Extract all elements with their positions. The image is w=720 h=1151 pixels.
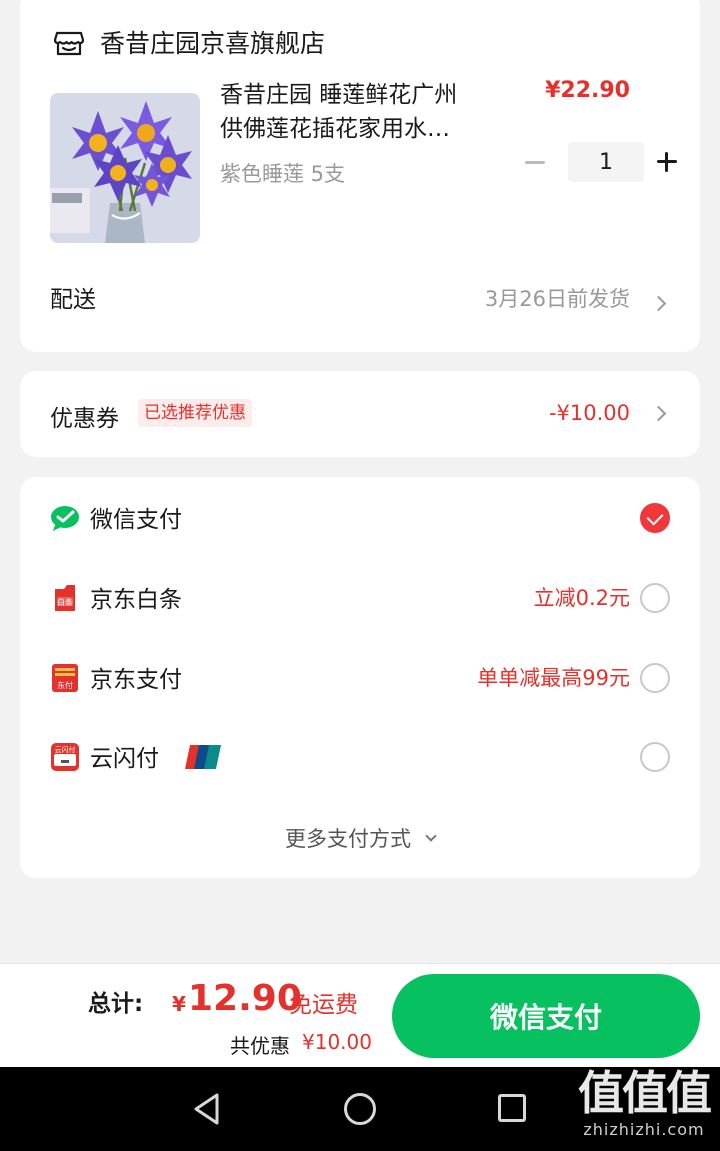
payment-option-wechat[interactable]: 微信支付 [20,488,700,548]
store-icon [53,31,85,56]
order-item-card: 香昔庄园京喜旗舰店 香昔庄园 睡莲鲜花广州 供佛莲花插花家用水… 紫色睡莲 5支… [20,0,700,352]
home-icon[interactable] [344,1093,376,1125]
payment-name: 京东白条 [90,587,182,613]
chevron-down-icon [425,830,437,842]
jd-pay-icon: 东付 [52,664,78,692]
total-label: 总计: [88,991,144,1017]
back-icon[interactable] [192,1092,222,1126]
baitiao-icon: 白条 [55,585,75,611]
svg-text:云闪付: 云闪付 [55,745,76,754]
free-shipping-label: 免运费 [289,992,358,1018]
total-currency: ¥ [172,992,186,1016]
payment-option-baitiao[interactable]: 白条 京东白条 立减0.2元 [20,568,700,628]
payment-name: 京东支付 [90,667,182,693]
saved-amount: ¥10.00 [302,1030,372,1054]
payment-promo: 立减0.2元 [533,586,630,610]
increase-quantity-button[interactable] [652,147,682,177]
saved-label: 共优惠 [230,1034,290,1058]
watermark-site: zhizhizhi.com [583,1120,705,1139]
payment-methods-card: 微信支付 白条 京东白条 立减0.2元 东付 京东支付 单单减最高99元 云闪付 [20,477,700,878]
payment-option-jdpay[interactable]: 东付 京东支付 单单减最高99元 [20,648,700,708]
coupon-tag: 已选推荐优惠 [138,399,252,427]
svg-text:白条: 白条 [57,597,73,607]
chevron-right-icon [650,295,667,312]
payment-name: 云闪付 [90,746,159,772]
svg-text:东付: 东付 [57,680,73,690]
decrease-quantity-button[interactable] [520,147,550,177]
total-amount: 12.90 [188,978,302,1019]
product-title-line1: 香昔庄园 睡莲鲜花广州 [220,82,458,108]
radio-unchecked[interactable] [640,742,670,772]
recent-apps-icon[interactable] [498,1094,526,1122]
coupon-value: -¥10.00 [548,401,630,425]
radio-unchecked[interactable] [640,663,670,693]
payment-option-yunshanfu[interactable]: 云闪付 云闪付 [20,727,700,787]
radio-checked[interactable] [640,503,670,533]
unionpay-icon [185,745,221,769]
more-payment-methods[interactable]: 更多支付方式 [20,823,700,853]
product-price: ¥22.90 [545,78,630,103]
payment-promo: 单单减最高99元 [477,666,630,690]
yunshanfu-icon: 云闪付 [51,743,79,771]
store-name: 香昔庄园京喜旗舰店 [100,29,326,58]
wechat-pay-icon [51,506,79,531]
delivery-value: 3月26日前发货 [484,287,630,311]
store-header[interactable]: 香昔庄园京喜旗舰店 [52,24,325,60]
coupon-row[interactable]: 优惠券 已选推荐优惠 -¥10.00 [20,371,700,457]
wechat-pay-button[interactable]: 微信支付 [392,974,700,1058]
chevron-right-icon [650,405,667,422]
coupon-label: 优惠券 [50,406,119,432]
quantity-input[interactable]: 1 [568,142,644,182]
delivery-label: 配送 [50,287,96,313]
product-title-line2: 供佛莲花插花家用水… [220,116,450,142]
radio-unchecked[interactable] [640,583,670,613]
checkout-bar: 总计: ¥ 12.90 免运费 共优惠 ¥10.00 微信支付 [0,963,720,1067]
quantity-stepper: 1 [520,142,682,182]
product-image[interactable] [50,93,200,243]
payment-name: 微信支付 [90,507,182,533]
minus-icon [525,160,545,164]
watermark-logo: 值值值 [578,1066,712,1120]
product-title[interactable]: 香昔庄园 睡莲鲜花广州 供佛莲花插花家用水… [220,78,505,146]
product-variant[interactable]: 紫色睡莲 5支 [220,158,345,188]
watermark: 值值值 zhizhizhi.com [578,1066,712,1139]
more-payment-label: 更多支付方式 [285,827,411,851]
